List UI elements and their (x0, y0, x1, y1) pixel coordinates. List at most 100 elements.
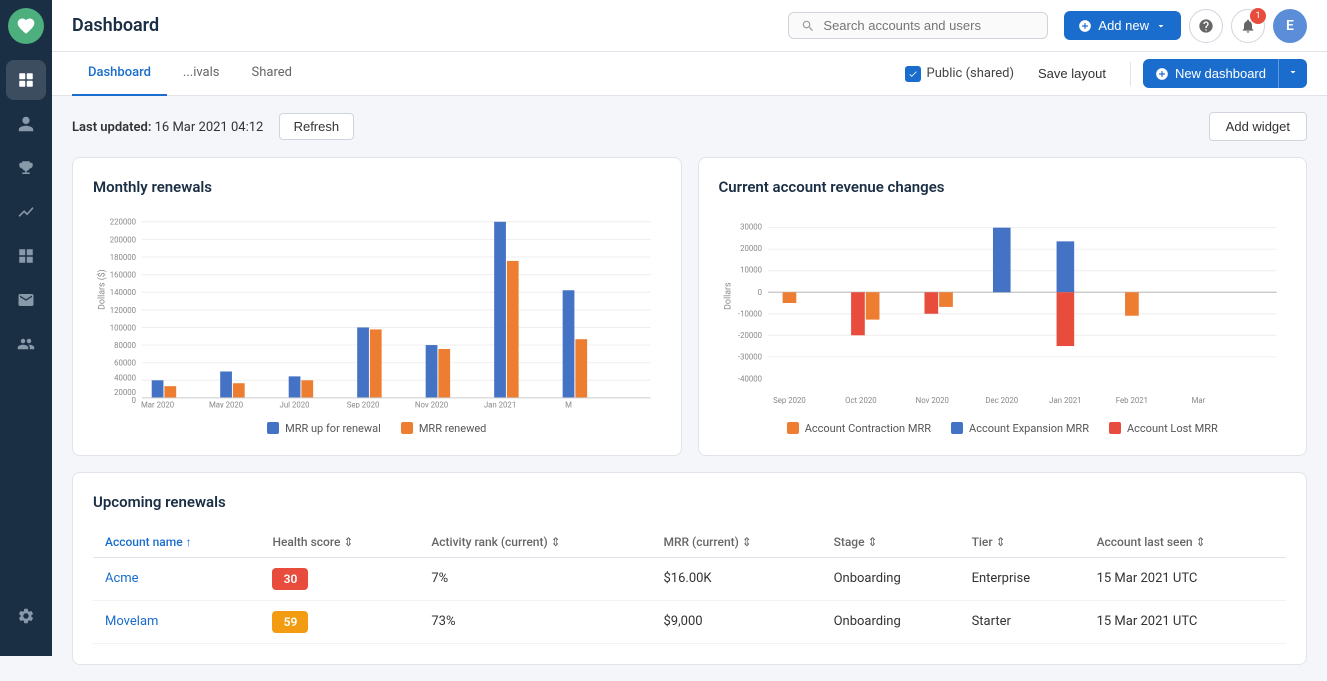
svg-text:40000: 40000 (114, 373, 136, 382)
svg-text:Mar: Mar (1191, 396, 1205, 405)
svg-text:30000: 30000 (740, 223, 762, 232)
sidebar-item-settings[interactable] (6, 596, 46, 636)
sidebar-item-people[interactable] (6, 104, 46, 144)
account-name-cell[interactable]: Acme (93, 557, 260, 600)
svg-text:Dollars ($): Dollars ($) (97, 269, 108, 310)
public-checkbox[interactable] (905, 66, 921, 82)
activity-rank-cell: 73% (419, 600, 651, 643)
svg-text:Nov 2020: Nov 2020 (915, 396, 948, 405)
new-dashboard-dropdown[interactable] (1278, 59, 1307, 88)
svg-text:Jul 2020: Jul 2020 (280, 401, 310, 408)
account-revenue-svg: Dollars 30000 20000 10000 0 -10000 -2000… (719, 212, 1287, 408)
col-last-seen[interactable]: Account last seen ⇕ (1085, 527, 1286, 558)
sidebar (0, 0, 52, 656)
col-activity-rank[interactable]: Activity rank (current) ⇕ (419, 527, 651, 558)
svg-text:Oct 2020: Oct 2020 (845, 396, 877, 405)
monthly-renewals-svg: Dollars ($) 220000 200000 180000 (93, 212, 661, 408)
svg-text:Dollars: Dollars (723, 282, 733, 310)
svg-text:160000: 160000 (110, 271, 136, 280)
account-name-cell[interactable]: Movelam (93, 600, 260, 643)
legend-mrr-renewed: MRR renewed (401, 422, 487, 435)
notification-badge: 1 (1250, 8, 1266, 24)
svg-text:-10000: -10000 (737, 310, 761, 319)
svg-text:180000: 180000 (110, 253, 136, 262)
col-health-score[interactable]: Health score ⇕ (260, 527, 419, 558)
monthly-renewals-legend: MRR up for renewal MRR renewed (93, 422, 661, 435)
col-account-name[interactable]: Account name ↑ (93, 527, 260, 558)
svg-text:140000: 140000 (110, 288, 136, 297)
help-button[interactable] (1189, 9, 1223, 43)
app-logo[interactable] (8, 8, 44, 44)
sidebar-item-users[interactable] (6, 324, 46, 364)
svg-text:0: 0 (132, 396, 136, 405)
last-seen-cell: 15 Mar 2021 UTC (1085, 557, 1286, 600)
svg-text:Feb 2021: Feb 2021 (1115, 396, 1147, 405)
svg-text:May 2020: May 2020 (209, 401, 243, 408)
monthly-renewals-card: Monthly renewals Dollars ($) (72, 157, 682, 456)
tab-dashboard[interactable]: Dashboard (72, 52, 167, 96)
sidebar-item-dashboard[interactable] (6, 60, 46, 100)
mrr-cell: $9,000 (651, 600, 821, 643)
upcoming-renewals-table: Account name ↑ Health score ⇕ Activity r… (93, 527, 1286, 644)
chevron-down-icon (1155, 20, 1167, 32)
tab-shared[interactable]: Shared (236, 52, 308, 96)
search-input[interactable] (823, 18, 1023, 33)
main-content: Last updated: 16 Mar 2021 04:12 Refresh … (52, 96, 1327, 681)
svg-text:10000: 10000 (740, 266, 762, 275)
sidebar-item-mail[interactable] (6, 280, 46, 320)
account-revenue-chart: Dollars 30000 20000 10000 0 -10000 -2000… (719, 212, 1287, 412)
add-new-button[interactable]: Add new (1064, 11, 1181, 40)
svg-text:Sep 2020: Sep 2020 (347, 401, 380, 408)
svg-text:-30000: -30000 (737, 353, 761, 362)
sidebar-item-grid[interactable] (6, 236, 46, 276)
account-revenue-card: Current account revenue changes Dollars … (698, 157, 1308, 456)
save-layout-button[interactable]: Save layout (1026, 60, 1118, 87)
upcoming-renewals-title: Upcoming renewals (93, 493, 1286, 511)
last-seen-cell: 15 Mar 2021 UTC (1085, 600, 1286, 643)
svg-text:-20000: -20000 (737, 331, 761, 340)
add-widget-button[interactable]: Add widget (1209, 112, 1307, 141)
svg-text:220000: 220000 (110, 218, 136, 227)
col-stage[interactable]: Stage ⇕ (822, 527, 960, 558)
monthly-renewals-chart: Dollars ($) 220000 200000 180000 (93, 212, 661, 412)
legend-dot-expansion (951, 422, 963, 434)
tier-cell: Starter (960, 600, 1085, 643)
public-shared-toggle[interactable]: Public (shared) (905, 66, 1014, 82)
notifications-button[interactable]: 1 (1231, 9, 1265, 43)
table-row: Movelam 59 73% $9,000 Onboarding Starter… (93, 600, 1286, 643)
tabbar: Dashboard ...ivals Shared Public (shared… (52, 52, 1327, 96)
topbar-actions: Add new 1 E (1064, 9, 1307, 43)
svg-text:Dec 2020: Dec 2020 (985, 396, 1018, 405)
svg-text:Sep 2020: Sep 2020 (773, 396, 806, 405)
legend-contraction: Account Contraction MRR (787, 422, 931, 435)
col-tier[interactable]: Tier ⇕ (960, 527, 1085, 558)
monthly-renewals-title: Monthly renewals (93, 178, 661, 196)
refresh-button[interactable]: Refresh (279, 113, 355, 140)
user-avatar[interactable]: E (1273, 9, 1307, 43)
health-badge: 30 (272, 568, 308, 590)
health-score-cell: 59 (260, 600, 419, 643)
tab-right-actions: Public (shared) Save layout New dashboar… (905, 59, 1307, 88)
divider (1130, 62, 1131, 86)
svg-text:-40000: -40000 (737, 374, 761, 383)
legend-mrr-renewal: MRR up for renewal (267, 422, 381, 435)
svg-text:Mar 2020: Mar 2020 (141, 401, 174, 408)
svg-text:Jan 2021: Jan 2021 (1049, 396, 1081, 405)
svg-text:Jan 2021: Jan 2021 (484, 401, 516, 408)
legend-dot-contraction (787, 422, 799, 434)
activity-rank-cell: 7% (419, 557, 651, 600)
health-score-cell: 30 (260, 557, 419, 600)
sidebar-item-chart[interactable] (6, 192, 46, 232)
svg-text:80000: 80000 (114, 341, 136, 350)
tab-renewals[interactable]: ...ivals (167, 52, 236, 96)
new-dashboard-button[interactable]: New dashboard (1143, 59, 1278, 88)
search-box[interactable] (788, 12, 1048, 39)
svg-text:200000: 200000 (110, 235, 136, 244)
table-row: Acme 30 7% $16.00K Onboarding Enterprise… (93, 557, 1286, 600)
sidebar-item-trophy[interactable] (6, 148, 46, 188)
col-mrr[interactable]: MRR (current) ⇕ (651, 527, 821, 558)
search-icon (801, 19, 815, 33)
svg-text:Nov 2020: Nov 2020 (415, 401, 448, 408)
legend-dot-blue (267, 422, 279, 434)
legend-dot-lost (1109, 422, 1121, 434)
